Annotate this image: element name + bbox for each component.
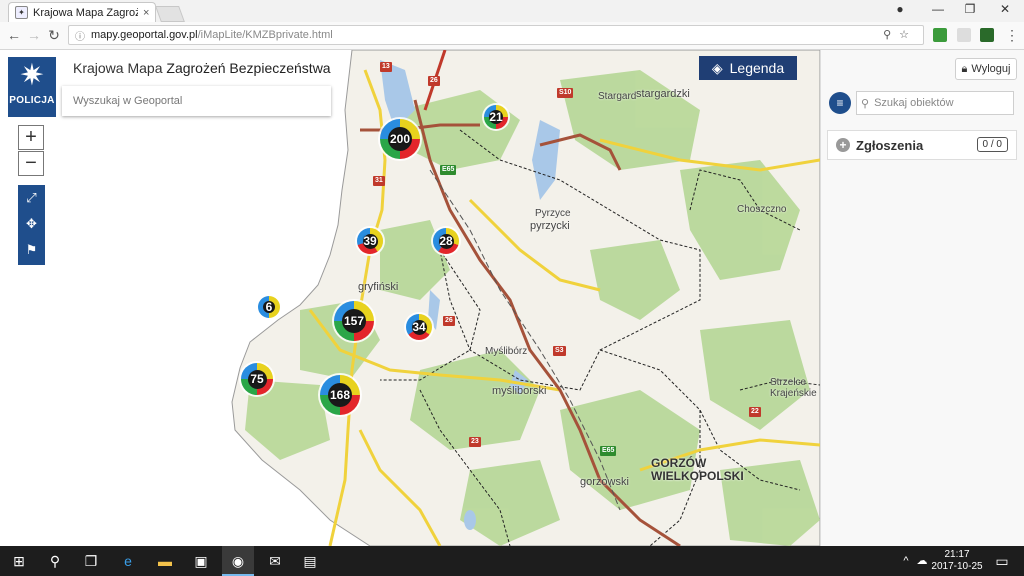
logout-button[interactable]: 🔒︎ Wyloguj [955, 58, 1017, 80]
legend-button[interactable]: ◈ Legenda [699, 56, 797, 80]
map-label: Myślibórz [485, 346, 528, 357]
road-number-badge: E65 [600, 446, 617, 456]
tab-close-icon[interactable]: × [143, 7, 149, 19]
browser-titlebar: ✦ Krajowa Mapa Zagrożeń × ● — ❐ ✕ [0, 0, 1024, 22]
road-number-badge: 23 [469, 437, 481, 447]
road-number-badge: 26 [428, 76, 440, 86]
reports-section[interactable]: + Zgłoszenia 0 / 0 [827, 130, 1017, 160]
incident-cluster-marker[interactable]: 6 [258, 296, 280, 318]
browser-menu-icon[interactable]: ⋮ [1004, 27, 1020, 44]
reports-label: Zgłoszenia [856, 137, 924, 153]
map-label: GORZÓW [651, 456, 707, 470]
object-search-input[interactable]: ⚲ Szukaj obiektów [856, 91, 1014, 115]
road-number-badge: E65 [440, 165, 457, 175]
profile-icon[interactable]: ● [890, 2, 910, 16]
layers-icon: ◈ [711, 59, 723, 76]
task-view-icon[interactable]: ❐ [82, 552, 100, 570]
page-favicon-icon: ✦ [15, 6, 28, 19]
app-window-icon[interactable]: ▤ [301, 552, 319, 570]
search-icon[interactable]: ⚲ [46, 552, 64, 570]
road-number-badge: S3 [553, 346, 566, 356]
road-number-badge: S10 [557, 88, 574, 98]
map-label: Krajeńskie [770, 388, 817, 399]
weather-icon[interactable]: ☁ [913, 552, 931, 570]
police-star-icon: ✷ [19, 59, 45, 92]
chrome-icon[interactable]: ◉ [222, 546, 254, 576]
map-label: WIELKOPOLSKI [651, 469, 744, 483]
clock-time: 21:17 [944, 549, 970, 560]
incident-cluster-marker[interactable]: 39 [357, 228, 383, 254]
object-search-placeholder: Szukaj obiektów [874, 97, 954, 109]
notifications-icon[interactable]: ▭ [993, 552, 1011, 570]
map-label: Stargard [598, 91, 637, 102]
tab-title: Krajowa Mapa Zagrożeń [33, 6, 138, 19]
expand-plus-icon[interactable]: + [836, 138, 850, 152]
forward-arrow-icon[interactable]: → [26, 27, 42, 43]
incident-cluster-marker[interactable]: 168 [320, 375, 360, 415]
taskbar-clock[interactable]: 21:17 2017-10-25 [930, 549, 984, 573]
map-label: gryfiński [358, 281, 399, 293]
road-number-badge: 13 [380, 62, 392, 72]
map-label: Strzelce [770, 377, 807, 388]
map-label: Pyrzyce [535, 208, 571, 219]
zoom-out-button[interactable]: − [18, 151, 44, 176]
logout-label: Wyloguj [971, 63, 1011, 75]
map-canvas[interactable]: ✷ POLICJA Krajowa Mapa Zagrożeń Bezpiecz… [0, 50, 820, 546]
road-number-badge: 22 [749, 407, 761, 417]
map-tools: ⤢ ✥ ⚑ [18, 185, 45, 265]
map-label: stargardzki [636, 88, 690, 100]
edge-icon[interactable]: e [119, 552, 137, 570]
mail-icon[interactable]: ✉ [266, 552, 284, 570]
search-icon: ⚲ [861, 97, 870, 110]
incident-cluster-marker[interactable]: 75 [241, 363, 273, 395]
extension-icon[interactable] [933, 28, 947, 42]
incident-cluster-marker[interactable]: 200 [380, 119, 420, 159]
browser-tab[interactable]: ✦ Krajowa Mapa Zagrożeń × [8, 2, 156, 22]
reload-icon[interactable]: ↻ [46, 27, 62, 44]
fullscreen-icon[interactable]: ⤢ [18, 185, 45, 211]
bookmark-star-icon[interactable]: ⚲☆ [883, 28, 917, 41]
police-logo: ✷ POLICJA [8, 57, 56, 117]
road-number-badge: 31 [373, 176, 385, 186]
lock-icon: 🔒︎ [961, 62, 968, 75]
url-input[interactable]: ⓘ mapy.geoportal.gov.pl/iMapLite/KMZBpri… [68, 25, 924, 45]
back-arrow-icon[interactable]: ← [6, 27, 22, 43]
incident-cluster-marker[interactable]: 34 [406, 314, 432, 340]
incident-cluster-marker[interactable]: 21 [484, 105, 508, 129]
legend-label: Legenda [729, 60, 785, 76]
new-tab-button[interactable] [155, 6, 185, 22]
file-explorer-icon[interactable]: ▬ [156, 552, 174, 570]
app-area: ✷ POLICJA Krajowa Mapa Zagrożeń Bezpiecz… [0, 50, 1024, 546]
map-label: pyrzycki [530, 220, 570, 232]
minimize-icon[interactable]: — [928, 2, 948, 16]
zoom-in-button[interactable]: + [18, 125, 44, 150]
clock-date: 2017-10-25 [931, 561, 983, 572]
close-window-icon[interactable]: ✕ [995, 2, 1015, 16]
incident-cluster-marker[interactable]: 28 [433, 228, 459, 254]
restore-icon[interactable]: ❐ [960, 2, 980, 16]
reports-count-badge: 0 / 0 [976, 137, 1008, 152]
windows-taskbar: ⊞ ⚲ ❐ e ▬ ▣ ◉ ✉ ▤ ^ ☁ 21:17 2017-10-25 ▭ [0, 546, 1024, 576]
map-label: myśliborski [492, 385, 547, 397]
windows-start-icon[interactable]: ⊞ [10, 552, 28, 570]
side-panel: 🔒︎ Wyloguj ≡ ⚲ Szukaj obiektów + Zgłosze… [820, 50, 1024, 546]
app-title: Krajowa Mapa Zagrożeń Bezpieczeństwa [73, 60, 331, 76]
store-icon[interactable]: ▣ [192, 552, 210, 570]
menu-icon[interactable]: ≡ [829, 92, 851, 114]
url-text: mapy.geoportal.gov.pl/iMapLite/KMZBpriva… [91, 29, 333, 41]
map-label: Choszczno [737, 204, 787, 215]
locate-icon[interactable]: ✥ [18, 211, 45, 237]
info-icon[interactable]: ⓘ [75, 28, 85, 43]
road-number-badge: 26 [443, 316, 455, 326]
tag-icon[interactable]: ⚑ [18, 237, 45, 263]
police-label: POLICJA [9, 95, 55, 106]
object-search: ≡ ⚲ Szukaj obiektów [829, 90, 1015, 116]
incident-cluster-marker[interactable]: 157 [334, 301, 374, 341]
extension-icon[interactable] [957, 28, 971, 42]
geoportal-search-input[interactable]: Wyszukaj w Geoportal [62, 86, 331, 116]
address-bar: ← → ↻ ⓘ mapy.geoportal.gov.pl/iMapLite/K… [0, 22, 1024, 50]
map-label: gorzowski [580, 476, 629, 488]
download-extension-icon[interactable] [980, 28, 994, 42]
